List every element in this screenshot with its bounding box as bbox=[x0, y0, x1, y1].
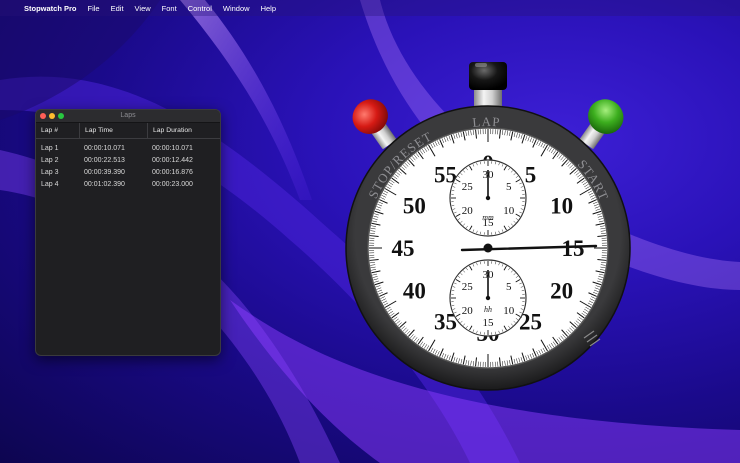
subdial-number: 5 bbox=[506, 281, 512, 293]
subdial-number: 5 bbox=[506, 181, 512, 193]
lap-duration-cell: 00:00:12.442 bbox=[152, 156, 193, 164]
lap-time-cell: 00:00:10.071 bbox=[84, 144, 125, 152]
menu-app-name[interactable]: Stopwatch Pro bbox=[24, 4, 77, 13]
lap-time-cell: 00:00:39.390 bbox=[84, 168, 125, 176]
lap-cap bbox=[469, 62, 507, 90]
subdial-number: 20 bbox=[462, 205, 474, 217]
subdial-number: 10 bbox=[503, 205, 515, 217]
subdial-number: 15 bbox=[483, 317, 495, 329]
menu-file[interactable]: File bbox=[88, 4, 100, 13]
menu-edit[interactable]: Edit bbox=[111, 4, 124, 13]
column-header-lap-number[interactable]: Lap # bbox=[36, 123, 79, 138]
dial-number: 50 bbox=[403, 194, 426, 219]
minutes-unit-label: mm bbox=[482, 213, 494, 222]
menu-help[interactable]: Help bbox=[261, 4, 276, 13]
lap-number-cell: Lap 3 bbox=[41, 168, 59, 176]
lap-cap-highlight bbox=[475, 63, 487, 67]
dial-number: 5 bbox=[525, 162, 537, 187]
dial-number: 45 bbox=[392, 236, 415, 261]
table-row[interactable]: Lap 2 00:00:22.513 00:00:12.442 bbox=[36, 154, 220, 166]
lap-number-cell: Lap 4 bbox=[41, 180, 59, 188]
menu-window[interactable]: Window bbox=[223, 4, 250, 13]
laps-table-body: Lap 1 00:00:10.071 00:00:10.071 Lap 2 00… bbox=[36, 139, 220, 190]
menu-control[interactable]: Control bbox=[188, 4, 212, 13]
subdial-number: 10 bbox=[503, 305, 515, 317]
hours-unit-label: hh bbox=[484, 305, 492, 314]
lap-duration-cell: 00:00:10.071 bbox=[152, 144, 193, 152]
laps-titlebar[interactable]: Laps bbox=[36, 110, 220, 123]
center-pin bbox=[483, 243, 493, 253]
column-header-lap-duration[interactable]: Lap Duration bbox=[147, 123, 220, 138]
laps-table-header: Lap # Lap Time Lap Duration bbox=[36, 123, 220, 139]
lap-duration-cell: 00:00:16.876 bbox=[152, 168, 193, 176]
table-row[interactable]: Lap 4 00:01:02.390 00:00:23.000 bbox=[36, 178, 220, 190]
stopwatch: STOP/RESET LAP START 0510152025303540455… bbox=[345, 62, 631, 391]
laps-window: Laps Lap # Lap Time Lap Duration Lap 1 0… bbox=[35, 109, 221, 356]
menu-font[interactable]: Font bbox=[162, 4, 177, 13]
window-title: Laps bbox=[120, 112, 136, 119]
hours-subdial-pin bbox=[485, 295, 491, 301]
lap-time-cell: 00:00:22.513 bbox=[84, 156, 125, 164]
lap-number-cell: Lap 2 bbox=[41, 156, 59, 164]
table-row[interactable]: Lap 3 00:00:39.390 00:00:16.876 bbox=[36, 166, 220, 178]
table-row[interactable]: Lap 1 00:00:10.071 00:00:10.071 bbox=[36, 142, 220, 154]
lap-number-cell: Lap 1 bbox=[41, 144, 59, 152]
subdial-number: 25 bbox=[462, 181, 474, 193]
subdial-number: 20 bbox=[462, 305, 474, 317]
dial-number: 40 bbox=[403, 279, 426, 304]
lap-duration-cell: 00:00:23.000 bbox=[152, 180, 193, 188]
subdial-number: 25 bbox=[462, 281, 474, 293]
dial-number: 10 bbox=[550, 194, 573, 219]
menu-view[interactable]: View bbox=[135, 4, 151, 13]
minutes-subdial-pin bbox=[485, 195, 491, 201]
menu-bar: Stopwatch Pro File Edit View Font Contro… bbox=[0, 0, 740, 16]
lap-time-cell: 00:01:02.390 bbox=[84, 180, 125, 188]
dial-number: 20 bbox=[550, 279, 573, 304]
column-header-lap-time[interactable]: Lap Time bbox=[79, 123, 147, 138]
dial-number: 15 bbox=[562, 236, 585, 261]
